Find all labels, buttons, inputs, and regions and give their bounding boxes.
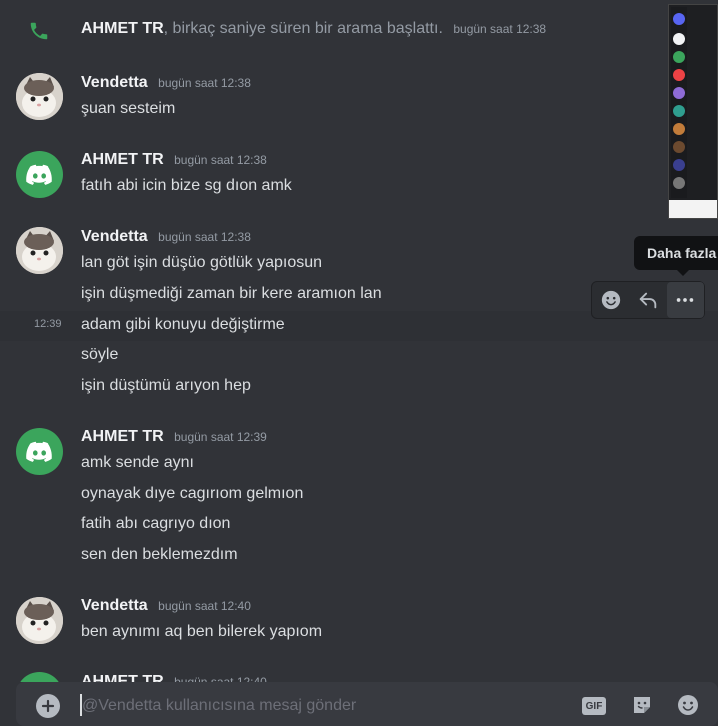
message-text: amk sende aynı — [81, 454, 194, 471]
message-input[interactable]: @Vendetta kullanıcısına mesaj gönder — [82, 697, 356, 715]
reply-button[interactable] — [629, 282, 666, 318]
message-header: AHMET TR bugün saat 12:39 — [81, 428, 267, 446]
phone-icon — [30, 22, 48, 40]
discord-logo-icon — [26, 441, 52, 462]
thumbnail-server-icon — [673, 177, 685, 189]
author-name[interactable]: AHMET TR — [81, 428, 164, 445]
emoji-icon[interactable] — [676, 693, 700, 717]
avatar[interactable] — [16, 73, 63, 120]
message-timestamp: bugün saat 12:38 — [158, 76, 251, 90]
message-timestamp: bugün saat 12:38 — [158, 230, 251, 244]
screenshot-thumbnail[interactable] — [668, 4, 718, 219]
chat-area: AHMET TR, birkaç saniye süren bir arama … — [0, 0, 718, 726]
thumbnail-server-icon — [673, 13, 685, 25]
more-options-button[interactable] — [666, 282, 704, 318]
plus-icon — [41, 699, 55, 713]
message-text: fatıh abi icin bize sg dıon amk — [81, 177, 292, 194]
discord-logo-icon — [26, 164, 52, 185]
message-header: Vendetta bugün saat 12:38 — [81, 228, 251, 246]
message-text: sen den beklemezdım — [81, 546, 238, 563]
message-header: Vendetta bugün saat 12:38 — [81, 74, 251, 92]
thumbnail-server-icon — [673, 141, 685, 153]
thumbnail-server-icon — [673, 123, 685, 135]
message-text: ben aynımı aq ben bilerek yapıom — [81, 623, 323, 640]
cat-avatar-icon — [16, 227, 63, 274]
message-text: lan göt işin düşüo götlük yapıosun — [81, 254, 323, 271]
message-text: şuan sesteim — [81, 100, 176, 117]
message-text: oynayak dıye cagırıom gelmıon — [81, 485, 304, 502]
message-header: Vendetta bugün saat 12:40 — [81, 597, 251, 615]
thumbnail-server-icon — [673, 33, 685, 45]
thumbnail-server-icon — [673, 69, 685, 81]
tooltip: Daha fazla — [634, 236, 718, 270]
message-timestamp: bugün saat 12:39 — [174, 430, 267, 444]
add-reaction-button[interactable] — [592, 282, 629, 318]
message-header: AHMET TR bugün saat 12:38 — [81, 151, 267, 169]
message-text: işin düştümü arıyon hep — [81, 377, 251, 394]
thumbnail-server-icon — [673, 159, 685, 171]
sticker-icon[interactable] — [630, 693, 654, 717]
author-name[interactable]: Vendetta — [81, 228, 148, 245]
author-name[interactable]: AHMET TR — [81, 151, 164, 168]
thumbnail-server-icon — [673, 105, 685, 117]
call-timestamp: bugün saat 12:38 — [453, 22, 547, 36]
avatar[interactable] — [16, 151, 63, 198]
message-actions-toolbar — [591, 281, 705, 319]
cat-avatar-icon — [16, 597, 63, 644]
avatar[interactable] — [16, 227, 63, 274]
call-notice: AHMET TR, birkaç saniye süren bir arama … — [81, 20, 546, 38]
message-text: adam gibi konuyu değiştirme — [81, 316, 285, 333]
thumbnail-server-icon — [673, 87, 685, 99]
avatar[interactable] — [16, 428, 63, 475]
hover-timestamp: 12:39 — [34, 318, 62, 330]
cat-avatar-icon — [16, 73, 63, 120]
thumbnail-footer — [669, 200, 717, 218]
reply-icon — [639, 292, 657, 309]
avatar[interactable] — [16, 597, 63, 644]
thumbnail-server-icon — [673, 51, 685, 63]
gif-button[interactable]: GIF — [582, 697, 606, 715]
author-name[interactable]: Vendetta — [81, 597, 148, 614]
message-text: söyle — [81, 346, 119, 363]
message-timestamp: bugün saat 12:40 — [158, 599, 251, 613]
message-text: işin düşmediği zaman bir kere aramıon la… — [81, 285, 382, 302]
call-text: , birkaç saniye süren bir arama başlattı… — [163, 20, 443, 37]
attach-button[interactable] — [36, 694, 60, 718]
more-dots-icon — [677, 298, 694, 302]
tooltip-arrow — [677, 270, 689, 276]
message-text: fatih abı cagrıyo dıon — [81, 515, 231, 532]
call-author[interactable]: AHMET TR — [81, 20, 164, 37]
smiley-icon — [601, 290, 620, 310]
message-timestamp: bugün saat 12:38 — [174, 153, 267, 167]
author-name[interactable]: Vendetta — [81, 74, 148, 91]
